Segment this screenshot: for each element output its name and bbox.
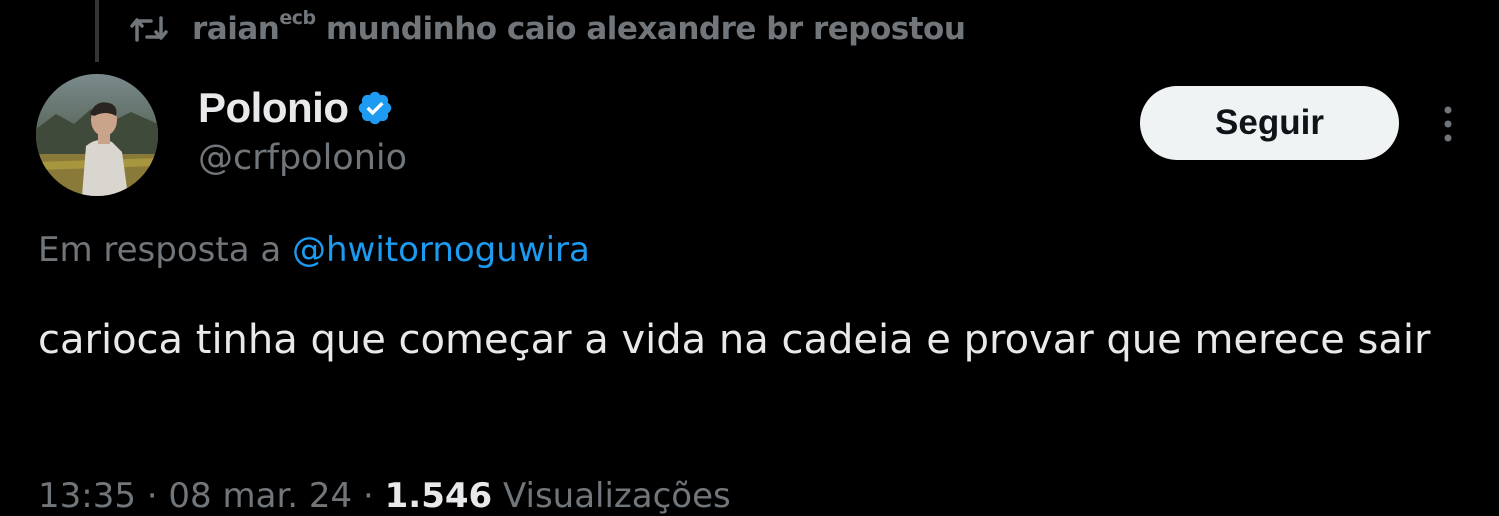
avatar[interactable]	[36, 74, 158, 196]
meta-separator: ·	[352, 476, 385, 516]
tweet-meta: 13:35 · 08 mar. 24 · 1.546 Visualizações	[38, 476, 731, 516]
verified-badge-icon	[356, 89, 394, 127]
author-name[interactable]: Polonio	[198, 84, 349, 132]
author-name-row: Polonio	[198, 82, 407, 134]
thread-line	[95, 0, 99, 62]
reply-context-prefix: Em resposta a	[38, 230, 292, 270]
tweet-date[interactable]: 08 mar. 24	[168, 476, 352, 516]
repost-user-superscript: ecb	[279, 7, 316, 29]
repost-label: mundinho caio alexandre br repostou	[315, 11, 966, 47]
author-handle[interactable]: @crfpolonio	[198, 138, 407, 178]
views-count: 1.546	[384, 476, 493, 516]
repost-text[interactable]: raianecb mundinho caio alexandre br repo…	[192, 7, 966, 47]
views-label: Visualizações	[492, 476, 731, 516]
meta-separator: ·	[135, 476, 169, 516]
more-vertical-icon[interactable]	[1432, 100, 1464, 148]
reply-context: Em resposta a @hwitornoguwira	[38, 230, 590, 270]
follow-button[interactable]: Seguir	[1140, 86, 1399, 160]
repost-icon	[128, 12, 170, 46]
reply-mention-link[interactable]: @hwitornoguwira	[292, 230, 590, 270]
author-block: Polonio @crfpolonio	[198, 82, 407, 178]
tweet-text: carioca tinha que começar a vida na cade…	[38, 317, 1431, 363]
repost-user-name: raian	[192, 11, 280, 47]
tweet-time[interactable]: 13:35	[38, 476, 136, 516]
repost-header: raianecb mundinho caio alexandre br repo…	[128, 4, 966, 54]
